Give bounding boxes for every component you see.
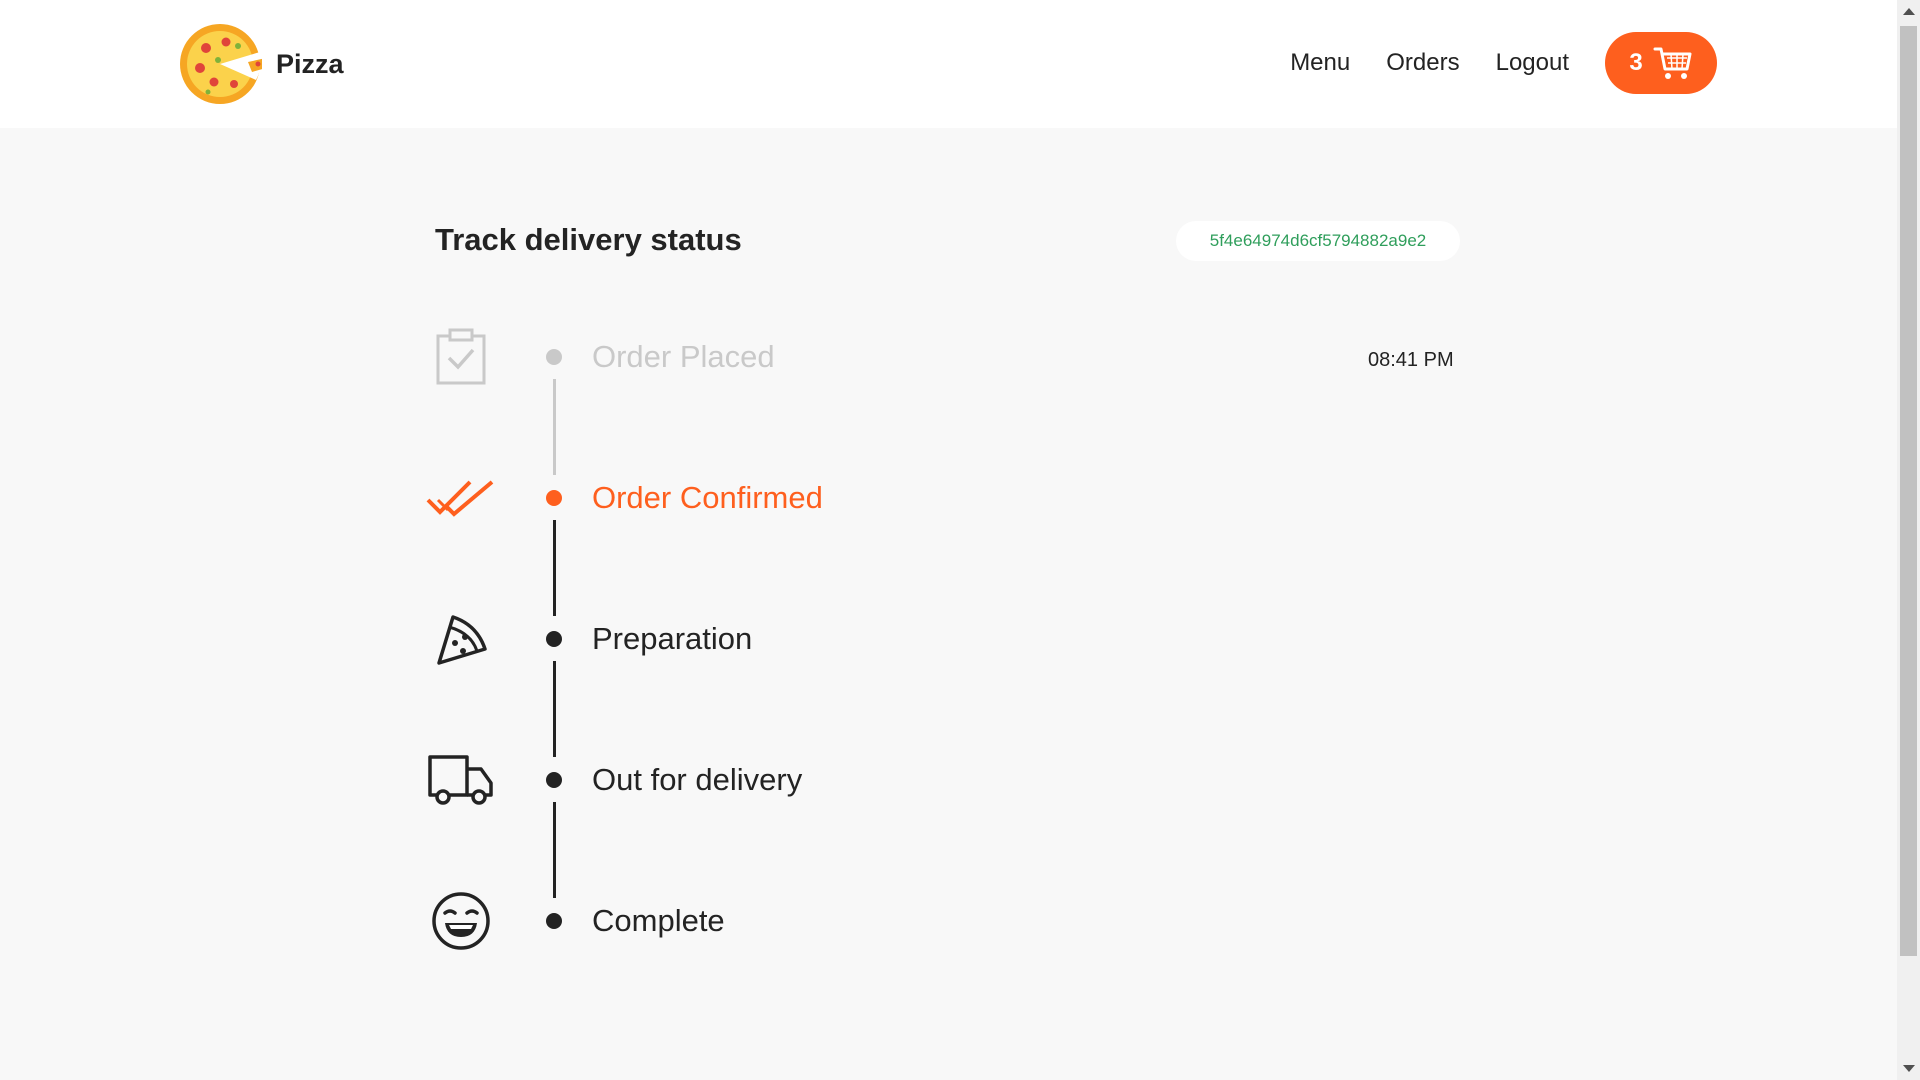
timeline-dot xyxy=(546,631,562,647)
double-check-icon xyxy=(421,458,501,538)
header: Pizza Menu Orders Logout 3 xyxy=(0,0,1897,128)
step-timestamp: 08:41 PM xyxy=(1368,349,1454,371)
cart-button[interactable]: 3 xyxy=(1605,32,1717,94)
step-label: Order Placed xyxy=(592,339,775,374)
step-label: Complete xyxy=(592,903,725,938)
vertical-scrollbar[interactable] xyxy=(1897,0,1920,1080)
pizza-logo-icon xyxy=(180,24,262,104)
logo[interactable]: Pizza xyxy=(178,22,344,106)
status-step-complete: Complete xyxy=(0,881,1920,961)
nav-menu-link[interactable]: Menu xyxy=(1290,49,1350,77)
scroll-up-arrow-icon[interactable] xyxy=(1903,8,1915,15)
step-label: Out for delivery xyxy=(592,762,803,797)
status-step-out-for-delivery: Out for delivery xyxy=(0,740,1920,820)
step-label: Order Confirmed xyxy=(592,480,823,515)
brand-name: Pizza xyxy=(276,48,344,79)
delivery-truck-icon xyxy=(421,740,501,820)
timeline-dot xyxy=(546,913,562,929)
scrollbar-thumb[interactable] xyxy=(1900,26,1917,956)
nav-logout-link[interactable]: Logout xyxy=(1496,49,1569,77)
scroll-down-arrow-icon[interactable] xyxy=(1903,1065,1915,1072)
shopping-cart-icon xyxy=(1653,47,1692,79)
status-step-order-confirmed: Order Confirmed xyxy=(0,458,1920,538)
smiley-face-icon xyxy=(421,881,501,961)
status-step-order-placed: Order Placed 08:41 PM xyxy=(0,317,1920,397)
pizza-slice-icon xyxy=(421,599,501,679)
order-id-badge: 5f4e64974d6cf5794882a9e2 xyxy=(1176,221,1460,261)
status-step-preparation: Preparation xyxy=(0,599,1920,679)
step-label: Preparation xyxy=(592,621,753,656)
nav-orders-link[interactable]: Orders xyxy=(1386,49,1459,77)
timeline-dot xyxy=(546,490,562,506)
cart-count-badge: 3 xyxy=(1629,49,1643,76)
timeline-dot xyxy=(546,349,562,365)
main-nav: Menu Orders Logout 3 xyxy=(1254,32,1717,94)
page-title: Track delivery status xyxy=(435,222,742,257)
clipboard-check-icon xyxy=(421,317,501,397)
timeline-dot xyxy=(546,772,562,788)
